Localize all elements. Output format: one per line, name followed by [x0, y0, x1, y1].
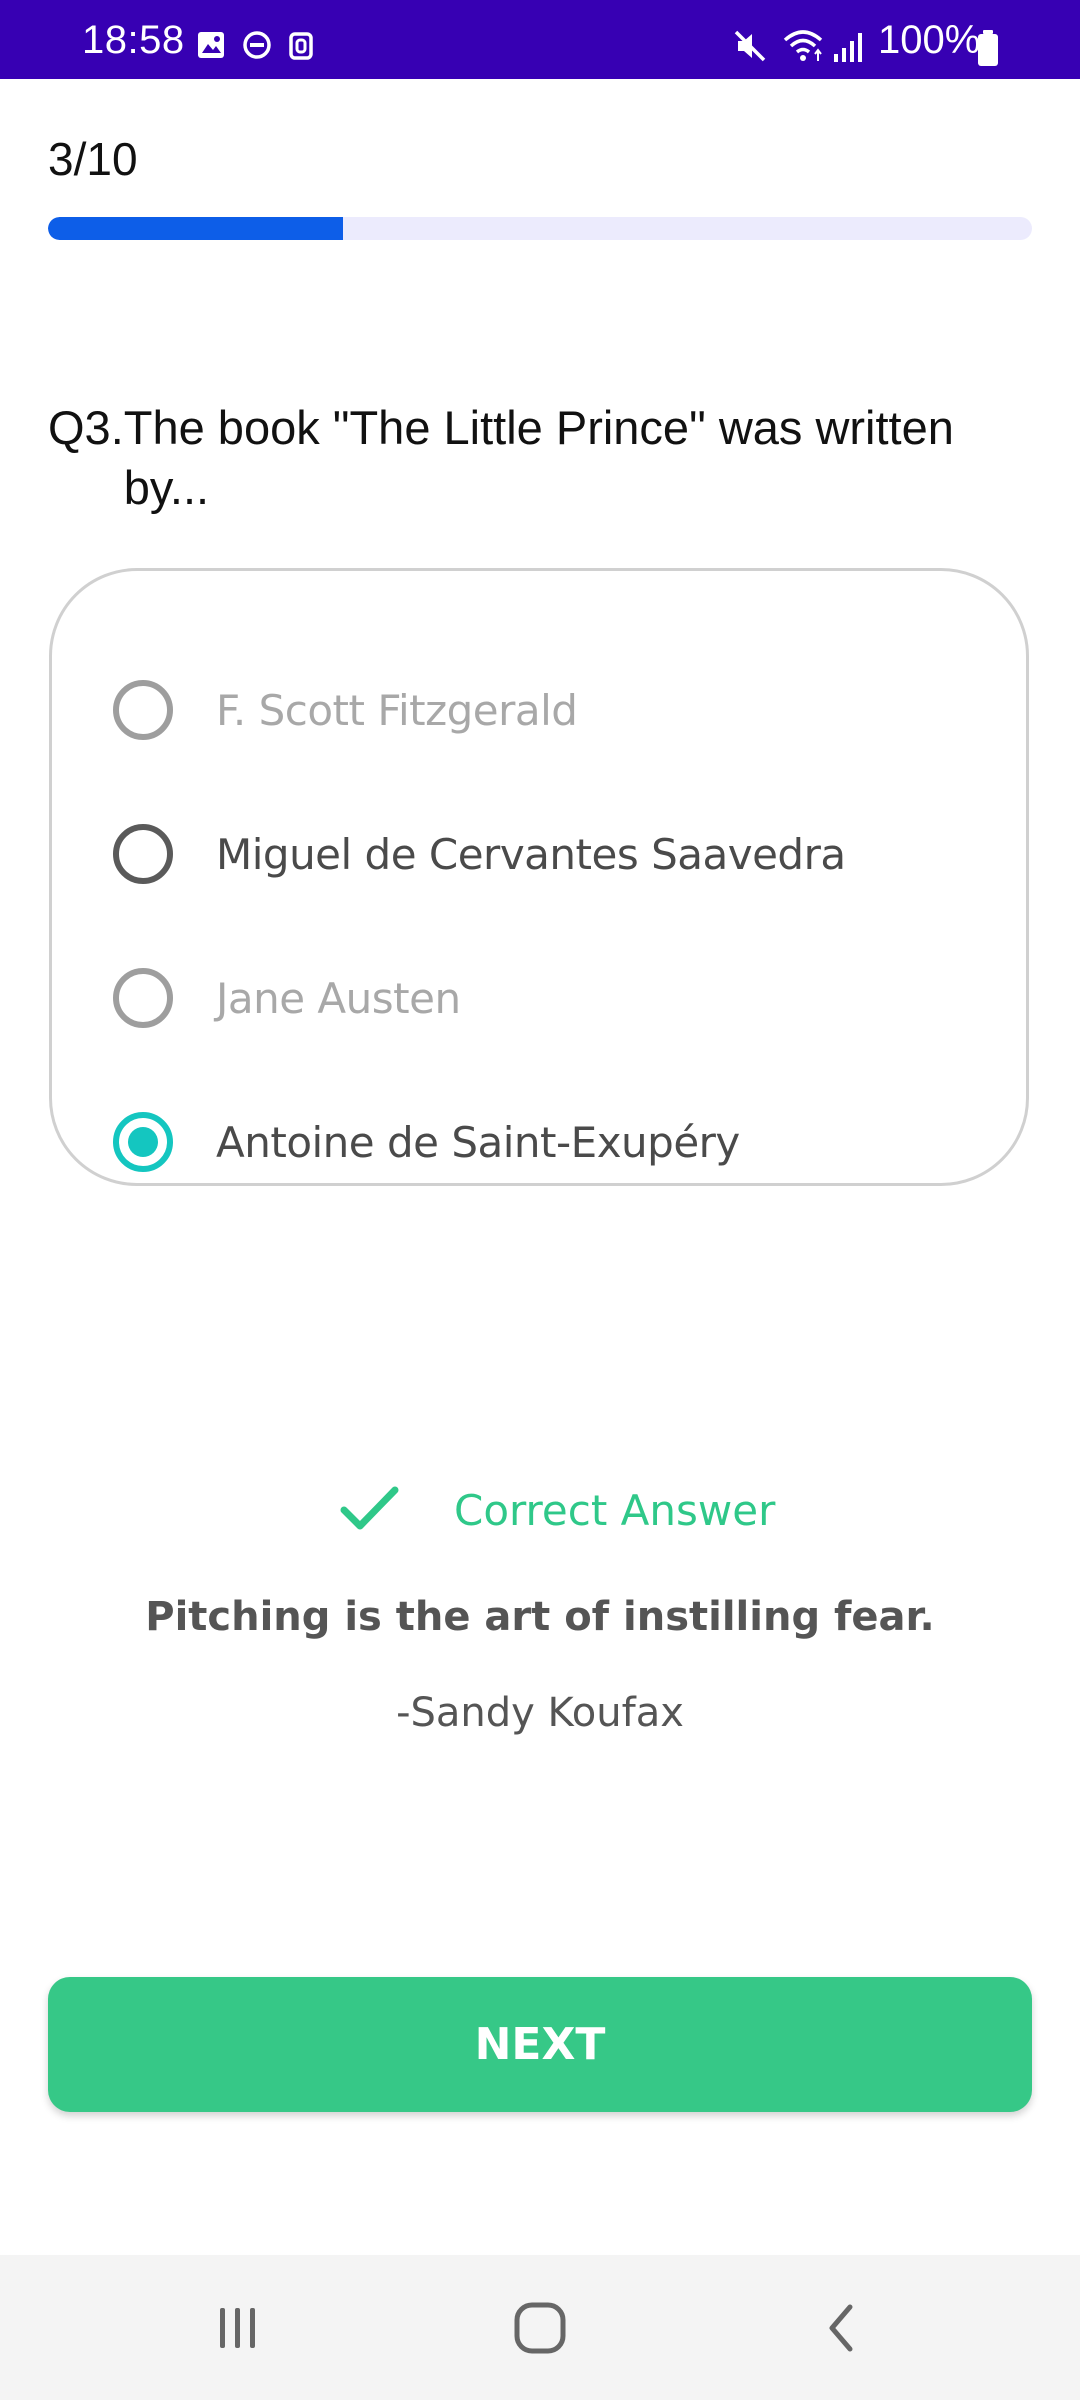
status-time: 18:58	[82, 18, 185, 62]
dnd-icon	[243, 31, 271, 59]
radio-button[interactable]	[113, 680, 173, 740]
mute-icon	[734, 30, 766, 62]
clipboard-icon	[289, 32, 313, 60]
gallery-icon	[198, 32, 224, 58]
answer-feedback: Correct Answer	[0, 1480, 1080, 1544]
navigation-bar	[0, 2255, 1080, 2400]
next-button[interactable]: NEXT	[48, 1977, 1032, 2112]
option-saint-exupery[interactable]: Antoine de Saint-Exupéry	[113, 1097, 993, 1187]
check-icon	[340, 1486, 399, 1530]
home-icon	[514, 2302, 566, 2353]
option-label: Miguel de Cervantes Saavedra	[216, 829, 846, 879]
back-icon	[829, 2304, 853, 2351]
home-button[interactable]	[440, 2255, 640, 2400]
quote-text: Pitching is the art of instilling fear.	[145, 1594, 935, 1640]
option-austen[interactable]: Jane Austen	[113, 953, 993, 1043]
question-text: The book "The Little Prince" was written…	[123, 401, 954, 514]
option-label: Jane Austen	[216, 973, 461, 1023]
option-cervantes[interactable]: Miguel de Cervantes Saavedra	[113, 809, 993, 899]
quote-author: -Sandy Koufax	[396, 1690, 684, 1736]
radio-button[interactable]	[113, 968, 173, 1028]
progress-bar-fill	[48, 217, 344, 240]
radio-button-selected[interactable]	[113, 1112, 173, 1172]
progress-counter: 3/10	[48, 133, 138, 185]
option-fitzgerald[interactable]: F. Scott Fitzgerald	[113, 665, 993, 755]
wifi-icon	[783, 30, 823, 61]
battery-icon	[978, 30, 998, 66]
option-label: Antoine de Saint-Exupéry	[216, 1117, 740, 1167]
recent-apps-button[interactable]	[138, 2255, 338, 2400]
question-number: Q3.	[48, 401, 124, 454]
recent-apps-icon	[220, 2307, 255, 2348]
progress-bar	[48, 217, 1032, 240]
back-button[interactable]	[742, 2255, 942, 2400]
radio-button[interactable]	[113, 824, 173, 884]
feedback-text: Correct Answer	[454, 1486, 776, 1535]
options-card: F. Scott Fitzgerald Miguel de Cervantes …	[49, 568, 1029, 1186]
status-bar: 18:58 100%	[0, 0, 1080, 79]
question: Q3. The book "The Little Prince" was wri…	[48, 398, 1008, 518]
signal-icon	[834, 33, 862, 62]
battery-percentage: 100%	[878, 18, 981, 62]
option-label: F. Scott Fitzgerald	[216, 685, 578, 735]
